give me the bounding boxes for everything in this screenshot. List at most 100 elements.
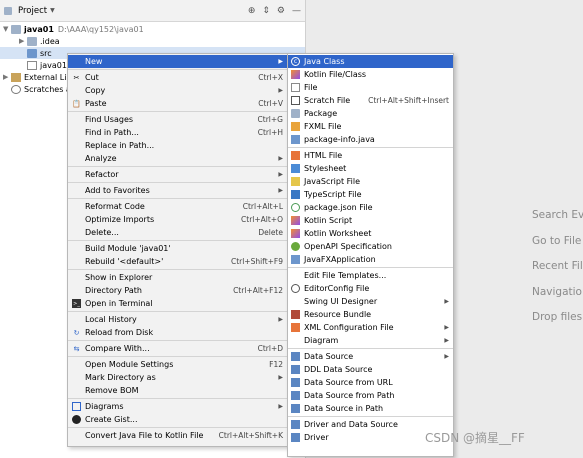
- new-kotlin-worksheet[interactable]: Kotlin Worksheet: [288, 227, 453, 240]
- menu-item-reformat-code[interactable]: Reformat Code Ctrl+Alt+L: [68, 200, 287, 213]
- menu-item-find-in-path[interactable]: Find in Path... Ctrl+H: [68, 126, 287, 139]
- source-folder-icon: [27, 48, 37, 58]
- menu-item-delete[interactable]: Delete... Delete: [68, 226, 287, 239]
- new-html-file[interactable]: HTML File: [288, 149, 453, 162]
- shortcut: Ctrl+Shift+F9: [230, 257, 283, 266]
- menu-item-copy[interactable]: Copy ▶: [68, 84, 287, 97]
- shortcut: Ctrl+Alt+F12: [233, 286, 283, 295]
- new-package-json[interactable]: package.json File: [288, 201, 453, 214]
- menu-item-open-in-terminal[interactable]: >_ Open in Terminal: [68, 297, 287, 310]
- watermark: CSDN @摘星__FF: [425, 431, 525, 445]
- menu-item-label: Rebuild '<default>': [85, 257, 164, 266]
- menu-item-refactor[interactable]: Refactor ▶: [68, 168, 287, 181]
- menu-item-replace-in-path[interactable]: Replace in Path...: [68, 139, 287, 152]
- new-package-info[interactable]: package-info.java: [288, 133, 453, 146]
- new-diagram[interactable]: Diagram ▶: [288, 334, 453, 347]
- new-data-source-in-path[interactable]: Data Source in Path: [288, 402, 453, 415]
- shortcut: Ctrl+Alt+Shift+K: [218, 431, 283, 440]
- database-icon: [291, 352, 300, 361]
- new-resource-bundle[interactable]: Resource Bundle: [288, 308, 453, 321]
- new-kotlin-script[interactable]: Kotlin Script: [288, 214, 453, 227]
- menu-item-label: Build Module 'java01': [85, 244, 171, 253]
- project-view-selector[interactable]: Project ▼: [4, 6, 55, 16]
- menu-item-show-in-explorer[interactable]: Show in Explorer: [68, 271, 287, 284]
- menu-item-label: JavaFXApplication: [304, 255, 376, 264]
- chevron-down-icon[interactable]: ▼: [3, 25, 11, 33]
- separator: [68, 182, 287, 183]
- new-typescript-file[interactable]: TypeScript File: [288, 188, 453, 201]
- chevron-right-icon: ▶: [444, 298, 449, 305]
- new-data-source-from-url[interactable]: Data Source from URL: [288, 376, 453, 389]
- new-kotlin-file[interactable]: Kotlin File/Class: [288, 68, 453, 81]
- new-data-source[interactable]: Data Source ▶: [288, 350, 453, 363]
- menu-item-build-module[interactable]: Build Module 'java01': [68, 242, 287, 255]
- chevron-right-icon[interactable]: ▶: [19, 37, 27, 45]
- hint-drop-files: Drop files: [532, 311, 583, 323]
- menu-item-remove-bom[interactable]: Remove BOM: [68, 384, 287, 397]
- menu-item-paste[interactable]: 📋 Paste Ctrl+V: [68, 97, 287, 110]
- hint-search-everywhere: Search Ev: [532, 209, 583, 221]
- collapse-all-icon[interactable]: ⇕: [262, 6, 270, 16]
- menu-item-new[interactable]: New ▶: [68, 55, 287, 68]
- menu-item-rebuild[interactable]: Rebuild '<default>' Ctrl+Shift+F9: [68, 255, 287, 268]
- tree-item-java01[interactable]: ▼ java01 D:\AAA\qy152\java01: [0, 23, 305, 35]
- menu-item-reload-from-disk[interactable]: ↻ Reload from Disk: [68, 326, 287, 339]
- new-scratch-file[interactable]: Scratch File Ctrl+Alt+Shift+Insert: [288, 94, 453, 107]
- menu-item-local-history[interactable]: Local History ▶: [68, 313, 287, 326]
- fxml-file-icon: [291, 122, 300, 131]
- separator: [288, 147, 453, 148]
- new-editorconfig-file[interactable]: EditorConfig File: [288, 282, 453, 295]
- new-javascript-file[interactable]: JavaScript File: [288, 175, 453, 188]
- menu-item-optimize-imports[interactable]: Optimize Imports Ctrl+Alt+O: [68, 213, 287, 226]
- menu-item-label: Reload from Disk: [85, 328, 154, 337]
- locate-icon[interactable]: ⊕: [248, 6, 256, 16]
- new-java-class[interactable]: c Java Class: [288, 55, 453, 68]
- menu-item-convert-to-kotlin[interactable]: Convert Java File to Kotlin File Ctrl+Alt…: [68, 429, 287, 442]
- menu-item-label: Swing UI Designer: [304, 297, 378, 306]
- menu-item-find-usages[interactable]: Find Usages Ctrl+G: [68, 113, 287, 126]
- menu-item-label: Find Usages: [85, 115, 134, 124]
- menu-item-label: Compare With...: [85, 344, 150, 353]
- separator: [68, 427, 287, 428]
- new-data-source-from-path[interactable]: Data Source from Path: [288, 389, 453, 402]
- separator: [68, 111, 287, 112]
- new-stylesheet[interactable]: Stylesheet: [288, 162, 453, 175]
- new-openapi-specification[interactable]: OpenAPI Specification: [288, 240, 453, 253]
- new-xml-configuration-file[interactable]: XML Configuration File ▶: [288, 321, 453, 334]
- menu-item-analyze[interactable]: Analyze ▶: [68, 152, 287, 165]
- project-icon: [4, 6, 12, 15]
- shortcut: Ctrl+X: [258, 73, 283, 82]
- menu-item-open-module-settings[interactable]: Open Module Settings F12: [68, 358, 287, 371]
- tree-item-label: External Li: [24, 72, 67, 82]
- menu-item-label: Paste: [85, 99, 107, 108]
- menu-item-cut[interactable]: ✂ Cut Ctrl+X: [68, 71, 287, 84]
- new-javafx-application[interactable]: JavaFXApplication: [288, 253, 453, 266]
- ddl-icon: [291, 365, 300, 374]
- menu-item-label: Remove BOM: [85, 386, 139, 395]
- tree-item-idea[interactable]: ▶ .idea: [0, 35, 305, 47]
- menu-item-label: Kotlin File/Class: [304, 70, 367, 79]
- chevron-right-icon[interactable]: ▶: [3, 73, 11, 81]
- new-swing-ui-designer[interactable]: Swing UI Designer ▶: [288, 295, 453, 308]
- new-edit-file-templates[interactable]: Edit File Templates...: [288, 269, 453, 282]
- menu-item-add-to-favorites[interactable]: Add to Favorites ▶: [68, 184, 287, 197]
- menu-item-label: Driver: [304, 433, 329, 442]
- menu-item-directory-path[interactable]: Directory Path Ctrl+Alt+F12: [68, 284, 287, 297]
- new-file[interactable]: File: [288, 81, 453, 94]
- menu-item-label: Data Source: [304, 352, 354, 361]
- hide-icon[interactable]: —: [292, 6, 301, 16]
- scissors-icon: ✂: [73, 73, 80, 82]
- menu-item-compare-with[interactable]: ⇆ Compare With... Ctrl+D: [68, 342, 287, 355]
- menu-item-label: Mark Directory as: [85, 373, 156, 382]
- chevron-right-icon: ▶: [444, 353, 449, 360]
- menu-item-diagrams[interactable]: Diagrams ▶: [68, 400, 287, 413]
- menu-item-label: Copy: [85, 86, 106, 95]
- menu-item-label: DDL Data Source: [304, 365, 373, 374]
- new-package[interactable]: Package: [288, 107, 453, 120]
- menu-item-label: Directory Path: [85, 286, 142, 295]
- new-fxml-file[interactable]: FXML File: [288, 120, 453, 133]
- gear-icon[interactable]: ⚙: [277, 6, 285, 16]
- menu-item-mark-directory-as[interactable]: Mark Directory as ▶: [68, 371, 287, 384]
- menu-item-create-gist[interactable]: Create Gist...: [68, 413, 287, 426]
- new-ddl-data-source[interactable]: DDL Data Source: [288, 363, 453, 376]
